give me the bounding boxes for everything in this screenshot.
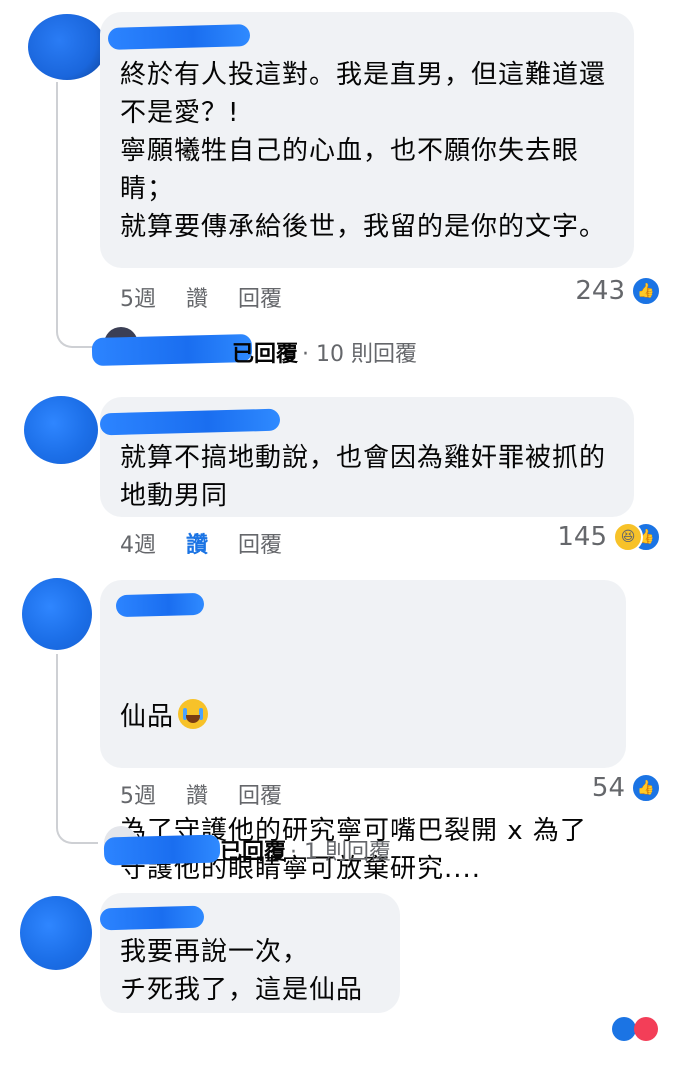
avatar[interactable] (20, 896, 92, 970)
thread-connector (56, 654, 98, 844)
view-replies-link[interactable]: 已回覆 · 1 則回覆 (220, 834, 391, 866)
avatar[interactable] (24, 396, 98, 464)
reaction-summary[interactable]: 243 👍 (575, 276, 661, 306)
comment-line: 仙品 (120, 702, 175, 732)
love-icon (634, 1017, 658, 1041)
redacted-author-name[interactable] (99, 408, 281, 436)
crying-face-icon (178, 699, 209, 729)
reply-count: · 1 則回覆 (290, 840, 391, 865)
comment-text: 就算不搞地動說，也會因為雞奸罪被抓的地動男同 (120, 443, 607, 511)
comment-bubble: 終於有人投這對。我是直男，但這難道還不是愛？! 寧願犧牲自己的心血，也不願你失去… (100, 12, 634, 268)
redacted-author-name[interactable] (115, 592, 205, 618)
comment-actions: 4週 讚 回覆 (120, 527, 282, 559)
comment-actions: 5週 讚 回覆 (120, 778, 282, 810)
like-button[interactable]: 讚 (186, 281, 208, 313)
like-button-active[interactable]: 讚 (186, 527, 208, 559)
redacted-author-name[interactable] (99, 905, 205, 931)
comment-time[interactable]: 4週 (120, 527, 156, 559)
redacted-reply-name (91, 333, 253, 367)
reaction-count: 243 (575, 276, 625, 306)
like-icon: 👍 (631, 276, 661, 306)
like-button[interactable]: 讚 (186, 778, 208, 810)
comment-time[interactable]: 5週 (120, 778, 156, 810)
reply-button[interactable]: 回覆 (238, 778, 282, 810)
comment-bubble: 我要再說一次， チ死我了，這是仙品 (99, 893, 400, 1013)
view-replies-link[interactable]: 已回覆 · 10 則回覆 (232, 336, 417, 368)
redacted-author-name[interactable] (107, 24, 251, 50)
comment-text: 終於有人投這對。我是直男，但這難道還不是愛？! 寧願犧牲自己的心血，也不願你失去… (120, 60, 607, 242)
comment-text: 我要再說一次， チ死我了，這是仙品 (120, 937, 364, 1005)
reaction-count: 145 (557, 522, 607, 552)
reply-suffix: 已回覆 (220, 840, 287, 865)
haha-icon: 😆 (613, 522, 643, 552)
reaction-count: 54 (591, 773, 625, 803)
like-icon: 👍 (631, 773, 661, 803)
avatar[interactable] (28, 14, 106, 80)
reaction-summary[interactable]: 54 👍 (592, 773, 661, 803)
reply-button[interactable]: 回覆 (238, 527, 282, 559)
reply-button[interactable]: 回覆 (238, 281, 282, 313)
reaction-summary[interactable]: 145 😆 👍 (557, 522, 661, 552)
comment-bubble: 仙品 為了守護他的研究寧可嘴巴裂開 x 為了守護他的眼睛寧可放棄研究.... 愛… (100, 580, 626, 998)
avatar[interactable] (22, 578, 92, 650)
comment-bubble: 就算不搞地動說，也會因為雞奸罪被抓的地動男同 (99, 397, 634, 517)
redacted-reply-name (103, 834, 221, 866)
reply-suffix: 已回覆 (232, 342, 299, 367)
comment-time[interactable]: 5週 (120, 281, 156, 313)
like-icon (612, 1017, 636, 1041)
comment-actions: 5週 讚 回覆 (120, 281, 282, 313)
thread-connector (56, 82, 98, 348)
reply-count: · 10 則回覆 (302, 342, 417, 367)
